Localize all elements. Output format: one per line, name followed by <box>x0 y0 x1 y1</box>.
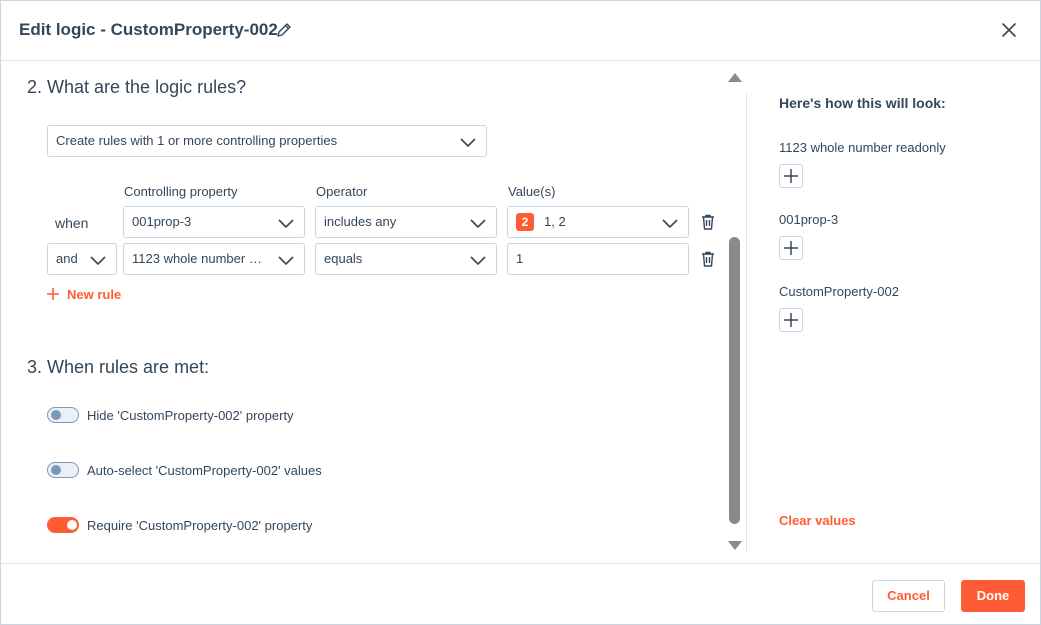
pencil-icon[interactable] <box>275 21 293 39</box>
rule-2-value-input[interactable]: 1 <box>507 243 689 275</box>
preview-field-label: 1123 whole number readonly <box>779 140 946 155</box>
rule-1-property-value: 001prop-3 <box>132 214 192 229</box>
trash-icon[interactable] <box>699 213 717 231</box>
toggle-knob <box>51 465 61 475</box>
auto-select-values-toggle[interactable] <box>47 462 79 478</box>
plus-icon <box>47 288 59 300</box>
preview-field-label: CustomProperty-002 <box>779 284 899 299</box>
chevron-down-icon <box>278 219 294 229</box>
hide-property-toggle[interactable] <box>47 407 79 423</box>
column-label-values: Value(s) <box>508 184 556 199</box>
rule-mode-select[interactable]: Create rules with 1 or more controlling … <box>47 125 487 157</box>
cancel-button[interactable]: Cancel <box>872 580 945 612</box>
plus-icon <box>784 241 798 255</box>
column-label-operator: Operator <box>316 184 368 199</box>
dialog-header: Edit logic - CustomProperty-002 <box>1 1 1040 61</box>
dialog-footer: Cancel Done <box>1 563 1040 625</box>
rule-1-operator-select[interactable]: includes any <box>315 206 497 238</box>
value-count-badge: 2 <box>516 212 534 231</box>
plus-icon <box>784 313 798 327</box>
rule-1-values-select[interactable]: 2 1, 2 <box>507 206 689 238</box>
column-label-controlling-property: Controlling property <box>124 184 238 199</box>
toggle-knob <box>51 410 61 420</box>
preview-add-button[interactable] <box>779 308 803 332</box>
preview-field-label: 001prop-3 <box>779 212 839 227</box>
scroll-up-arrow-icon[interactable] <box>728 73 742 82</box>
rule-2-property-select[interactable]: 1123 whole number readonly <box>123 243 305 275</box>
preview-add-button[interactable] <box>779 236 803 260</box>
rules-section-heading: 2. What are the logic rules? <box>27 77 247 97</box>
rule-1-property-select[interactable]: 001prop-3 <box>123 206 305 238</box>
hide-property-label: Hide 'CustomProperty-002' property <box>87 408 294 423</box>
chevron-down-icon <box>470 256 486 266</box>
trash-icon[interactable] <box>699 250 717 268</box>
preview-title: Here's how this will look: <box>779 95 946 111</box>
rule-2-connector-select[interactable]: and <box>47 243 117 275</box>
rule-1-values-content: 2 1, 2 <box>516 207 680 237</box>
rule-2-property-value: 1123 whole number readonly <box>132 251 296 266</box>
chevron-down-icon <box>470 219 486 229</box>
chevron-down-icon <box>278 256 294 266</box>
edit-logic-dialog: Edit logic - CustomProperty-002 2. What … <box>0 0 1041 625</box>
actions-section-heading: 3. When rules are met: <box>27 357 210 377</box>
panel-divider <box>746 94 747 552</box>
chevron-down-icon <box>90 256 106 266</box>
rule-1-operator-value: includes any <box>324 214 397 229</box>
chevron-down-icon <box>662 219 678 229</box>
dialog-title: Edit logic - CustomProperty-002 <box>19 20 278 39</box>
preview-add-button[interactable] <box>779 164 803 188</box>
scrollbar-thumb[interactable] <box>729 237 740 524</box>
chevron-down-icon <box>460 138 476 148</box>
clear-values-link[interactable]: Clear values <box>779 513 856 528</box>
auto-select-values-label: Auto-select 'CustomProperty-002' values <box>87 463 322 478</box>
toggle-knob <box>67 520 77 530</box>
require-property-toggle[interactable] <box>47 517 79 533</box>
done-button[interactable]: Done <box>961 580 1025 612</box>
plus-icon <box>784 169 798 183</box>
preview-panel: Here's how this will look: 1123 whole nu… <box>779 62 1029 562</box>
require-property-label: Require 'CustomProperty-002' property <box>87 518 313 533</box>
rule-1-values-value: 1, 2 <box>544 214 566 229</box>
rule-2-value: 1 <box>516 251 524 266</box>
logic-editor-panel: 2. What are the logic rules? Create rule… <box>1 62 723 562</box>
new-rule-label: New rule <box>67 287 122 302</box>
rule-mode-select-value: Create rules with 1 or more controlling … <box>56 133 338 148</box>
rule-connector-when: when <box>55 215 89 231</box>
scroll-down-arrow-icon[interactable] <box>728 541 742 550</box>
rule-2-operator-value: equals <box>324 251 363 266</box>
rule-2-operator-select[interactable]: equals <box>315 243 497 275</box>
close-icon[interactable] <box>997 18 1021 42</box>
new-rule-button[interactable]: New rule <box>47 287 121 302</box>
vertical-scrollbar[interactable] <box>725 67 745 555</box>
